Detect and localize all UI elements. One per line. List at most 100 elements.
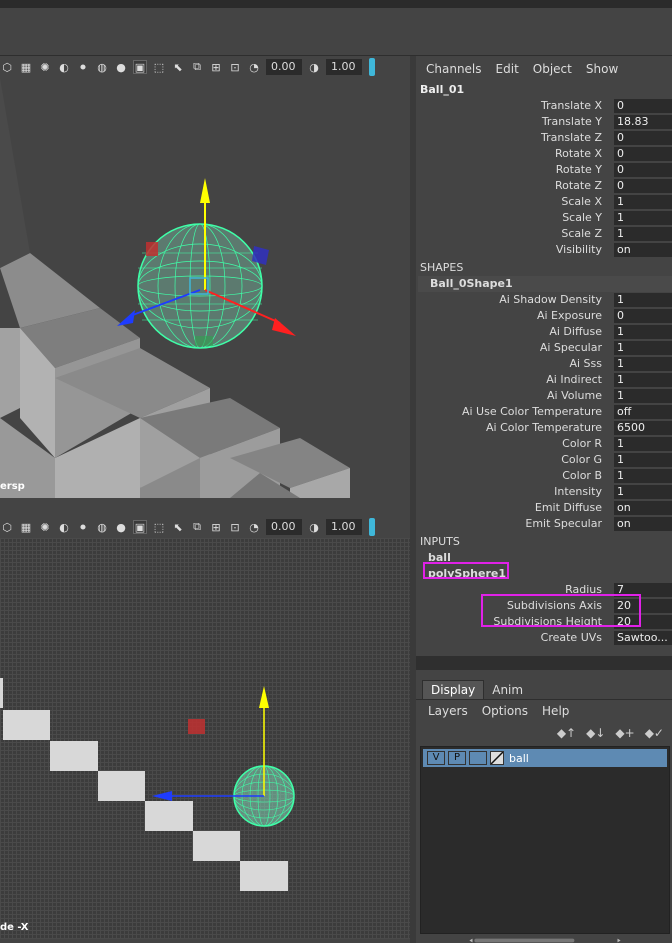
color-management-icon[interactable]: [369, 58, 375, 76]
menu-edit[interactable]: Edit: [496, 62, 519, 76]
isolate-icon[interactable]: ▣: [133, 60, 147, 74]
aa-icon[interactable]: ●: [114, 520, 128, 534]
menu-layers[interactable]: Layers: [428, 704, 468, 718]
camera-gate-icon[interactable]: ⊡: [228, 520, 242, 534]
attr-row[interactable]: Color R 1: [416, 436, 672, 452]
attr-row[interactable]: Rotate Z 0: [416, 178, 672, 194]
layer-playback-toggle[interactable]: P: [448, 751, 466, 765]
exposure-field[interactable]: 0.00: [266, 59, 302, 75]
aperture-icon[interactable]: ◔: [247, 520, 261, 534]
gamma-field[interactable]: 1.00: [326, 519, 362, 535]
cube-icon[interactable]: ⬡: [0, 520, 14, 534]
gamma-icon[interactable]: ◑: [307, 60, 321, 74]
grid-icon[interactable]: ⊞: [209, 60, 223, 74]
color-management-icon[interactable]: [369, 518, 375, 536]
select-icon[interactable]: ⬉: [171, 60, 185, 74]
shadow-icon[interactable]: ◐: [57, 60, 71, 74]
attr-value[interactable]: 1: [614, 325, 672, 339]
menu-options[interactable]: Options: [482, 704, 528, 718]
side-viewport[interactable]: ⬡ ▦ ✺ ◐ ⚫ ◍ ● ▣ ⬚ ⬉ ⧉ ⊞ ⊡ ◔ 0.00 ◑ 1.00: [0, 516, 410, 939]
xray-icon[interactable]: ⬚: [152, 520, 166, 534]
attr-value[interactable]: 1: [614, 437, 672, 451]
attr-value[interactable]: 1: [614, 341, 672, 355]
camera-gate-icon[interactable]: ⊡: [228, 60, 242, 74]
object-name[interactable]: Ball_01: [416, 82, 672, 98]
attr-value[interactable]: on: [614, 243, 672, 257]
perspective-viewport[interactable]: ⬡ ▦ ✺ ◐ ⚫ ◍ ● ▣ ⬚ ⬉ ⧉ ⊞ ⊡ ◔ 0.00 ◑ 1.00: [0, 56, 410, 498]
perspective-canvas[interactable]: ersp: [0, 78, 410, 498]
attr-row[interactable]: Ai Exposure 0: [416, 308, 672, 324]
attr-value[interactable]: 0: [614, 131, 672, 145]
frame-icon[interactable]: ⧉: [190, 60, 204, 74]
attr-value[interactable]: 6500: [614, 421, 672, 435]
attr-row[interactable]: Visibility on: [416, 242, 672, 258]
move-layer-down-icon[interactable]: ◆↓: [586, 726, 605, 740]
attr-value[interactable]: 0: [614, 163, 672, 177]
attr-row[interactable]: Create UVs Sawtoo...: [416, 630, 672, 646]
gamma-field[interactable]: 1.00: [326, 59, 362, 75]
layer-scrollbar[interactable]: [420, 938, 670, 943]
ao-icon[interactable]: ⚫: [76, 520, 90, 534]
attr-value[interactable]: 0: [614, 179, 672, 193]
xray-icon[interactable]: ⬚: [152, 60, 166, 74]
attr-row[interactable]: Emit Diffuse on: [416, 500, 672, 516]
isolate-icon[interactable]: ▣: [133, 520, 147, 534]
attr-row[interactable]: Color B 1: [416, 468, 672, 484]
attr-value[interactable]: 1: [614, 373, 672, 387]
attr-value[interactable]: 18.83: [614, 115, 672, 129]
attr-row[interactable]: Ai Shadow Density 1: [416, 292, 672, 308]
attr-value[interactable]: on: [614, 517, 672, 531]
attr-row[interactable]: Ai Color Temperature 6500: [416, 420, 672, 436]
ao-icon[interactable]: ⚫: [76, 60, 90, 74]
layer-visibility-toggle[interactable]: V: [427, 751, 445, 765]
layer-row-ball[interactable]: V P ball: [423, 749, 667, 767]
aperture-icon[interactable]: ◔: [247, 60, 261, 74]
checker-icon[interactable]: ▦: [19, 520, 33, 534]
attr-value[interactable]: 1: [614, 211, 672, 225]
attr-value[interactable]: 1: [614, 293, 672, 307]
attr-value[interactable]: 1: [614, 195, 672, 209]
panel-splitter[interactable]: [416, 656, 672, 670]
attr-row[interactable]: Scale Y 1: [416, 210, 672, 226]
attr-value[interactable]: 1: [614, 469, 672, 483]
tab-anim[interactable]: Anim: [484, 681, 531, 699]
layer-color-swatch-icon[interactable]: [490, 751, 504, 765]
attr-row[interactable]: Ai Use Color Temperature off: [416, 404, 672, 420]
new-layer-selected-icon[interactable]: ◆✓: [645, 726, 664, 740]
light-icon[interactable]: ✺: [38, 60, 52, 74]
attr-row[interactable]: Ai Indirect 1: [416, 372, 672, 388]
attr-row[interactable]: Ai Sss 1: [416, 356, 672, 372]
tab-display[interactable]: Display: [422, 680, 485, 699]
attr-value[interactable]: off: [614, 405, 672, 419]
menu-channels[interactable]: Channels: [426, 62, 482, 76]
attr-value[interactable]: Sawtoo...: [614, 631, 672, 645]
gamma-icon[interactable]: ◑: [307, 520, 321, 534]
attr-row[interactable]: Scale Z 1: [416, 226, 672, 242]
checker-icon[interactable]: ▦: [19, 60, 33, 74]
grid-icon[interactable]: ⊞: [209, 520, 223, 534]
motion-blur-icon[interactable]: ◍: [95, 60, 109, 74]
motion-blur-icon[interactable]: ◍: [95, 520, 109, 534]
attr-row[interactable]: Ai Volume 1: [416, 388, 672, 404]
shadow-icon[interactable]: ◐: [57, 520, 71, 534]
attr-value[interactable]: 0: [614, 309, 672, 323]
attr-value[interactable]: 1: [614, 227, 672, 241]
light-icon[interactable]: ✺: [38, 520, 52, 534]
new-layer-icon[interactable]: ◆+: [615, 726, 634, 740]
attr-row[interactable]: Translate Y 18.83: [416, 114, 672, 130]
attr-value[interactable]: 1: [614, 453, 672, 467]
aa-icon[interactable]: ●: [114, 60, 128, 74]
frame-icon[interactable]: ⧉: [190, 520, 204, 534]
menu-help[interactable]: Help: [542, 704, 569, 718]
select-icon[interactable]: ⬉: [171, 520, 185, 534]
attr-value[interactable]: 0: [614, 99, 672, 113]
shape-node[interactable]: Ball_0Shape1: [418, 276, 672, 292]
attr-value[interactable]: 1: [614, 357, 672, 371]
attr-row[interactable]: Rotate Y 0: [416, 162, 672, 178]
attr-row[interactable]: Color G 1: [416, 452, 672, 468]
attr-row[interactable]: Ai Specular 1: [416, 340, 672, 356]
layer-display-type[interactable]: [469, 751, 487, 765]
attr-row[interactable]: Translate Z 0: [416, 130, 672, 146]
attr-row[interactable]: Intensity 1: [416, 484, 672, 500]
attr-row[interactable]: Rotate X 0: [416, 146, 672, 162]
